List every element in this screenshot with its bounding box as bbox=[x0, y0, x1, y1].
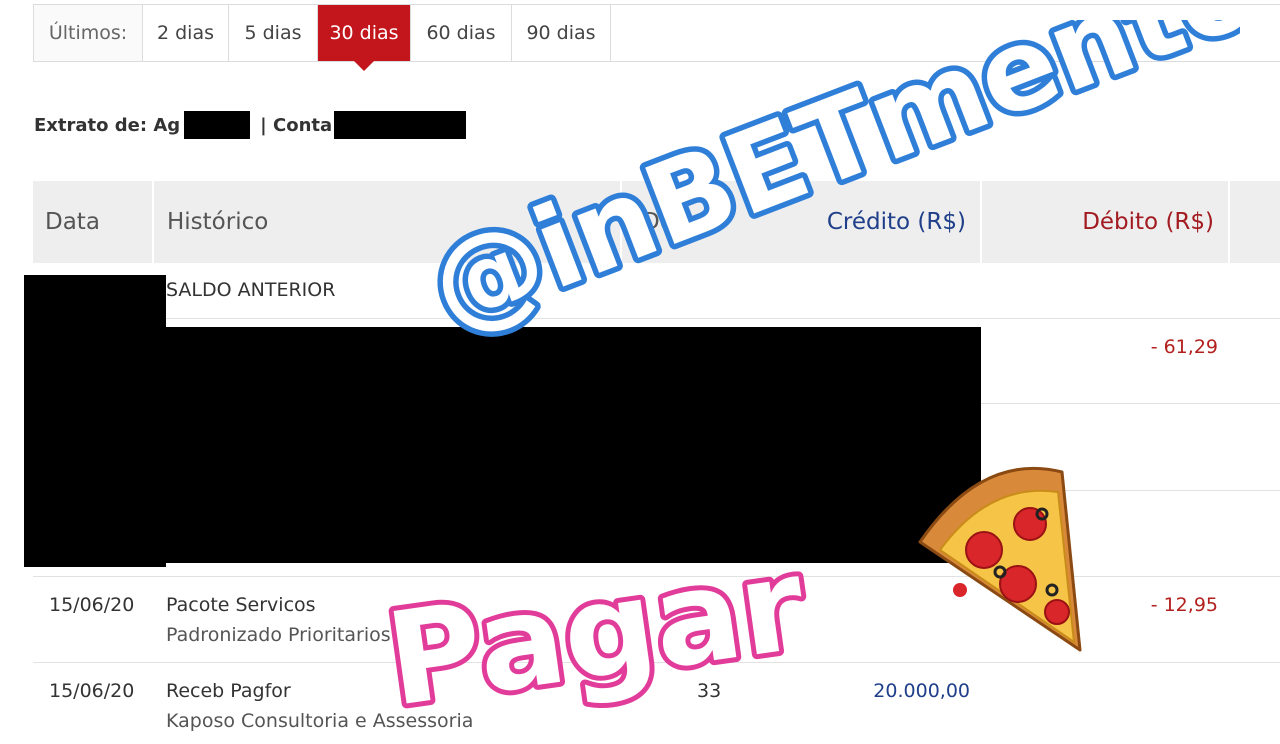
tab-30-dias[interactable]: 30 dias bbox=[318, 5, 411, 71]
row-divider bbox=[33, 318, 1280, 319]
statement-prefix: Extrato de: Ag bbox=[34, 114, 181, 136]
period-filter-label: Últimos: bbox=[34, 5, 143, 61]
redacted-date-column bbox=[24, 275, 166, 567]
row-document: 33 bbox=[697, 680, 722, 702]
tab-2-dias[interactable]: 2 dias bbox=[143, 5, 229, 61]
tab-60-dias[interactable]: 60 dias bbox=[411, 5, 512, 61]
header-credit: Crédito (R$) bbox=[826, 209, 966, 235]
row-date: 15/06/20 bbox=[49, 594, 135, 616]
row-history: Receb Pagfor bbox=[166, 680, 291, 702]
row-history-detail: Kaposo Consultoria e Assessoria bbox=[166, 710, 474, 732]
row-divider bbox=[33, 662, 1280, 663]
statement-table-header: Data Histórico Do Crédito (R$) Débito (R… bbox=[33, 181, 1280, 263]
row-date: 15/06/20 bbox=[49, 680, 135, 702]
header-debit: Débito (R$) bbox=[982, 181, 1230, 263]
tab-bar-filler bbox=[611, 5, 1280, 61]
row-debit-value: - 61,29 bbox=[1150, 336, 1218, 358]
row-previous-balance-label: SALDO ANTERIOR bbox=[166, 279, 336, 301]
tab-5-dias[interactable]: 5 dias bbox=[229, 5, 318, 61]
header-document: Do bbox=[642, 209, 674, 235]
period-filter-bar: Últimos: 2 dias 5 dias 30 dias 60 dias 9… bbox=[33, 4, 1280, 71]
statement-account-line: Extrato de: Ag | Conta bbox=[34, 110, 467, 140]
row-divider bbox=[33, 576, 1280, 577]
pagar-caption-text: Pagar bbox=[385, 545, 813, 736]
row-history-detail: Padronizado Prioritarios bbox=[166, 624, 391, 646]
header-doc-credit: Do Crédito (R$) bbox=[622, 181, 982, 263]
redacted-agency bbox=[184, 111, 251, 139]
header-date: Data bbox=[33, 181, 154, 263]
row-history: Pacote Servicos bbox=[166, 594, 316, 616]
redacted-account bbox=[334, 111, 467, 139]
tab-90-dias[interactable]: 90 dias bbox=[512, 5, 611, 61]
row-debit-value: - 12,95 bbox=[1150, 594, 1218, 616]
redacted-transactions bbox=[166, 327, 981, 563]
row-credit-value: 20.000,00 bbox=[873, 680, 970, 702]
account-separator: | Conta bbox=[260, 114, 333, 136]
header-history: Histórico bbox=[154, 181, 622, 263]
